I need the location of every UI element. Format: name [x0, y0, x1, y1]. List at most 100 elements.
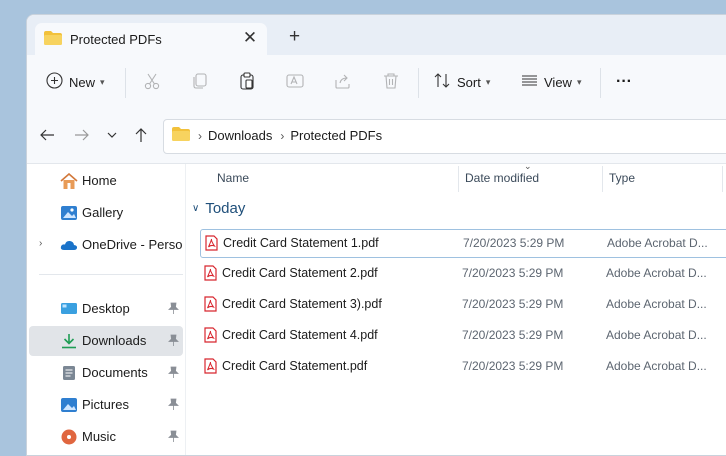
- navigation-pane: Home Gallery › OneDrive - Personal Deskt…: [27, 164, 186, 455]
- tab-title: Protected PDFs: [70, 32, 162, 47]
- chevron-down-icon: ▾: [576, 76, 582, 87]
- onedrive-icon: [60, 237, 78, 253]
- copy-icon: [191, 72, 209, 93]
- column-header-name[interactable]: Name: [217, 164, 249, 194]
- file-type: Adobe Acrobat D...: [606, 359, 707, 373]
- paste-button[interactable]: [238, 69, 256, 95]
- pin-icon[interactable]: [168, 398, 179, 413]
- pin-icon[interactable]: [168, 366, 179, 381]
- sidebar-item-gallery[interactable]: Gallery: [29, 198, 183, 228]
- pdf-icon: [205, 235, 218, 254]
- recent-locations-button[interactable]: [102, 126, 122, 146]
- file-date: 7/20/2023 5:29 PM: [463, 236, 565, 250]
- sidebar-item-label: Desktop: [82, 301, 130, 316]
- new-button[interactable]: New ▾: [46, 69, 105, 95]
- file-explorer-window: Protected PDFs ✕ + New ▾ Sort ▾ View ▾ ·…: [26, 14, 726, 456]
- breadcrumb-protected-pdfs[interactable]: Protected PDFs: [290, 128, 382, 143]
- file-row[interactable]: Credit Card Statement 4.pdf 7/20/2023 5:…: [200, 322, 726, 349]
- new-tab-button[interactable]: +: [289, 27, 300, 46]
- sidebar-item-label: Home: [82, 173, 117, 188]
- file-row[interactable]: Credit Card Statement 3).pdf 7/20/2023 5…: [200, 291, 726, 318]
- share-button[interactable]: [334, 69, 352, 95]
- documents-icon: [60, 365, 78, 381]
- sidebar-item-home[interactable]: Home: [29, 166, 183, 196]
- file-name: Credit Card Statement 1.pdf: [223, 236, 379, 250]
- delete-button[interactable]: [382, 69, 400, 95]
- pin-icon[interactable]: [168, 334, 179, 349]
- column-divider[interactable]: [602, 166, 603, 192]
- file-name: Credit Card Statement 2.pdf: [222, 266, 378, 280]
- breadcrumb-downloads[interactable]: Downloads: [208, 128, 272, 143]
- toolbar-divider: [600, 68, 601, 98]
- arrow-up-icon: [133, 127, 149, 146]
- sort-button[interactable]: Sort ▾: [434, 69, 490, 95]
- pin-icon[interactable]: [168, 302, 179, 317]
- pin-icon[interactable]: [168, 430, 179, 445]
- file-date: 7/20/2023 5:29 PM: [462, 328, 564, 342]
- trash-icon: [382, 72, 400, 93]
- file-date: 7/20/2023 5:29 PM: [462, 266, 564, 280]
- breadcrumb-separator: ›: [280, 128, 285, 143]
- sidebar-item-label: Documents: [82, 365, 148, 380]
- breadcrumb: › Downloads › Protected PDFs: [172, 127, 382, 144]
- scissors-icon: [143, 72, 161, 93]
- sidebar-item-desktop[interactable]: Desktop: [29, 294, 183, 324]
- file-row[interactable]: Credit Card Statement 1.pdf 7/20/2023 5:…: [200, 229, 726, 258]
- group-header-today[interactable]: ∨ Today: [192, 200, 245, 217]
- rename-button[interactable]: [286, 69, 304, 95]
- toolbar-divider: [125, 68, 126, 98]
- file-row[interactable]: Credit Card Statement 2.pdf 7/20/2023 5:…: [200, 260, 726, 287]
- folder-icon: [172, 127, 190, 144]
- address-bar[interactable]: › Downloads › Protected PDFs: [163, 119, 726, 154]
- chevron-down-icon: ▾: [485, 76, 491, 87]
- back-button[interactable]: [37, 126, 57, 146]
- sidebar-item-documents[interactable]: Documents: [29, 358, 183, 388]
- file-row[interactable]: Credit Card Statement.pdf 7/20/2023 5:29…: [200, 353, 726, 380]
- sidebar-item-label: Downloads: [82, 333, 147, 348]
- column-header-type[interactable]: Type: [609, 164, 635, 194]
- file-type: Adobe Acrobat D...: [606, 297, 707, 311]
- view-button[interactable]: View ▾: [521, 69, 581, 95]
- home-icon: [60, 172, 78, 189]
- view-button-label: View: [544, 74, 572, 90]
- pdf-icon: [204, 296, 217, 315]
- sidebar-item-onedrive[interactable]: › OneDrive - Personal: [29, 230, 183, 260]
- column-divider[interactable]: [458, 166, 459, 192]
- music-icon: [60, 429, 78, 445]
- ellipsis-icon: ···: [616, 73, 632, 90]
- downloads-icon: [60, 333, 78, 349]
- sidebar-item-label: Pictures: [82, 397, 129, 412]
- tab-protected-pdfs[interactable]: Protected PDFs ✕: [35, 23, 267, 55]
- desktop-icon: [60, 301, 78, 317]
- sidebar-item-label: Music: [82, 429, 116, 444]
- pdf-icon: [204, 265, 217, 284]
- sidebar-item-downloads[interactable]: Downloads: [29, 326, 183, 356]
- close-tab-icon[interactable]: ✕: [241, 29, 259, 47]
- sidebar-item-pictures[interactable]: Pictures: [29, 390, 183, 420]
- cut-button[interactable]: [143, 69, 161, 95]
- more-options-button[interactable]: ···: [616, 69, 632, 95]
- file-date: 7/20/2023 5:29 PM: [462, 359, 564, 373]
- address-row: › Downloads › Protected PDFs: [27, 109, 726, 164]
- folder-icon: [44, 31, 62, 48]
- arrow-right-icon: [74, 127, 90, 146]
- group-label: Today: [205, 200, 246, 217]
- sidebar-item-label: OneDrive - Personal: [82, 237, 182, 252]
- column-divider[interactable]: [722, 166, 723, 192]
- title-bar: Protected PDFs ✕ +: [27, 15, 726, 55]
- plus-circle-icon: [46, 72, 63, 92]
- sidebar-item-label: Gallery: [82, 205, 124, 220]
- arrow-left-icon: [39, 127, 55, 146]
- sidebar-divider: [39, 274, 183, 275]
- pictures-icon: [60, 397, 78, 413]
- sort-button-label: Sort: [457, 74, 481, 90]
- up-button[interactable]: [131, 126, 151, 146]
- pdf-icon: [204, 358, 217, 377]
- chevron-right-icon[interactable]: ›: [39, 238, 42, 249]
- sidebar-item-music[interactable]: Music: [29, 422, 183, 452]
- copy-button[interactable]: [191, 69, 209, 95]
- chevron-down-icon: ∨: [192, 203, 200, 214]
- chevron-down-icon: ▾: [100, 76, 105, 87]
- file-type: Adobe Acrobat D...: [606, 328, 707, 342]
- forward-button[interactable]: [72, 126, 92, 146]
